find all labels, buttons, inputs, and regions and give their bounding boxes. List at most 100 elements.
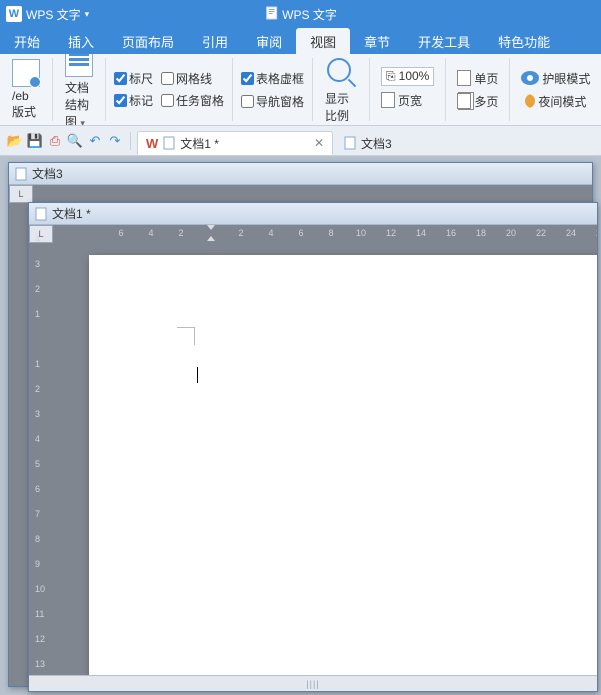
- ruler-corner[interactable]: L: [9, 185, 33, 203]
- ruler-tick: 18: [476, 228, 486, 238]
- ruler-tick: 4: [268, 228, 273, 238]
- doc-tab-3-label: 文档3: [361, 135, 392, 152]
- ruler-corner[interactable]: L: [29, 225, 53, 243]
- web-layout-icon: [12, 59, 40, 87]
- single-page-button[interactable]: 单页: [454, 69, 501, 88]
- menu-tab-开发工具[interactable]: 开发工具: [404, 28, 484, 54]
- ruler-tick: 22: [536, 228, 546, 238]
- open-icon[interactable]: 📂: [6, 132, 24, 150]
- gridlines-label: 网格线: [176, 70, 212, 87]
- multi-page-button[interactable]: 多页: [454, 92, 501, 111]
- text-cursor: [197, 367, 198, 383]
- child-window-titlebar[interactable]: 文档1 *: [29, 203, 597, 225]
- navpane-checkbox[interactable]: 导航窗格: [241, 93, 304, 110]
- horizontal-scrollbar[interactable]: ||||: [29, 675, 597, 691]
- scrollbar-grip-icon: ||||: [306, 679, 319, 689]
- ruler-tick: 8: [35, 534, 40, 544]
- ruler-tick: 10: [35, 584, 45, 594]
- doc-structure-button[interactable]: 文档结构图 ▾: [61, 54, 97, 126]
- eye-protect-label: 护眼模式: [542, 70, 590, 87]
- child-window-titlebar[interactable]: 文档3: [9, 163, 592, 185]
- menu-tab-页面布局[interactable]: 页面布局: [108, 28, 188, 54]
- quick-access-bar: 📂 💾 ⎙ 🔍 ↶ ↷ W 文档1 * ✕ 文档3: [0, 126, 601, 156]
- page-width-button[interactable]: 页宽: [378, 91, 437, 110]
- window-title: WPS 文字: [282, 6, 337, 23]
- doc-tab-1[interactable]: W 文档1 * ✕: [137, 131, 333, 155]
- ruler-tick: 24: [566, 228, 576, 238]
- ruler-tick: 16: [446, 228, 456, 238]
- ruler-tick: 5: [35, 459, 40, 469]
- moon-icon: [521, 94, 535, 108]
- mark-label: 标记: [129, 92, 153, 109]
- zoom-value: 100%: [399, 69, 430, 83]
- print-preview-icon[interactable]: 🔍: [66, 132, 84, 150]
- page-width-label: 页宽: [398, 92, 422, 109]
- doc-small-icon: [344, 136, 356, 150]
- ruler-tick: 2: [238, 228, 243, 238]
- ruler-tick: 6: [35, 484, 40, 494]
- table-dashed-label: 表格虚框: [256, 70, 304, 87]
- doc-structure-label: 文档结构图: [65, 81, 89, 126]
- ruler-tick: 4: [35, 434, 40, 444]
- ruler-tick: 7: [35, 509, 40, 519]
- redo-icon[interactable]: ↷: [106, 132, 124, 150]
- ruler-tick: 1: [35, 359, 40, 369]
- margin-indicator-icon[interactable]: [207, 225, 215, 243]
- ribbon-tabs: 开始插入页面布局引用审阅视图章节开发工具特色功能: [0, 28, 601, 54]
- ruler-tick: 6: [298, 228, 303, 238]
- vertical-ruler[interactable]: 4321123456789101112131415: [29, 243, 53, 675]
- web-layout-label: /eb版式: [12, 89, 40, 120]
- menu-tab-章节[interactable]: 章节: [350, 28, 404, 54]
- ruler-checkbox[interactable]: 标尺: [114, 68, 153, 90]
- document-page[interactable]: [89, 255, 597, 675]
- menu-tab-引用[interactable]: 引用: [188, 28, 242, 54]
- title-bar: W WPS 文字 ▾ WPS 文字: [0, 0, 601, 28]
- app-title: WPS 文字: [26, 6, 81, 23]
- eye-protect-button[interactable]: 护眼模式: [518, 69, 593, 88]
- print-icon[interactable]: ⎙: [46, 132, 64, 150]
- doc-structure-icon: [65, 54, 93, 77]
- child-window-doc1[interactable]: 文档1 * L 642246810121416182022242628 4321…: [28, 202, 598, 692]
- ruler-tick: 2: [35, 284, 40, 294]
- ruler-tick: 6: [118, 228, 123, 238]
- ruler-tick: 20: [506, 228, 516, 238]
- doc-small-icon: [163, 136, 175, 150]
- web-layout-button[interactable]: /eb版式: [8, 57, 44, 122]
- doc-icon: [15, 167, 27, 181]
- single-page-label: 单页: [474, 70, 498, 87]
- ruler-tick: 12: [35, 634, 45, 644]
- gridlines-checkbox[interactable]: 网格线: [161, 68, 224, 90]
- undo-icon[interactable]: ↶: [86, 132, 104, 150]
- mark-checkbox[interactable]: 标记: [114, 90, 153, 112]
- ruler-tick: 10: [356, 228, 366, 238]
- table-dashed-checkbox[interactable]: 表格虚框: [241, 70, 304, 87]
- taskpane-checkbox[interactable]: 任务窗格: [161, 90, 224, 112]
- app-logo-icon: W: [6, 6, 22, 22]
- night-mode-button[interactable]: 夜间模式: [518, 92, 593, 111]
- doc-tab-3[interactable]: 文档3: [335, 131, 401, 155]
- close-icon[interactable]: ✕: [314, 136, 324, 150]
- single-page-icon: [457, 70, 471, 86]
- zoom-button[interactable]: 显示比例: [321, 54, 361, 126]
- menu-tab-审阅[interactable]: 审阅: [242, 28, 296, 54]
- menu-tab-视图[interactable]: 视图: [296, 28, 350, 54]
- ruler-tick: 12: [386, 228, 396, 238]
- ruler-tick: 3: [35, 409, 40, 419]
- ruler-tick: 3: [35, 259, 40, 269]
- zoom-value-button[interactable]: ⎘100%: [378, 66, 437, 87]
- menu-tab-插入[interactable]: 插入: [54, 28, 108, 54]
- ruler-tick: 11: [35, 609, 44, 619]
- page-area[interactable]: [53, 243, 597, 675]
- workspace: 文档3 L 文档1 * L 64224681012141618202224262…: [0, 156, 601, 695]
- ruler-tick: 13: [35, 659, 45, 669]
- doc-icon: [264, 6, 278, 23]
- app-menu-dropdown[interactable]: ▾: [85, 9, 90, 20]
- margin-corner-icon: [177, 327, 195, 345]
- menu-tab-特色功能[interactable]: 特色功能: [484, 28, 564, 54]
- page-width-icon: [381, 92, 395, 108]
- horizontal-ruler[interactable]: 642246810121416182022242628: [53, 225, 597, 243]
- child-window-title: 文档1 *: [52, 205, 91, 222]
- menu-tab-开始[interactable]: 开始: [0, 28, 54, 54]
- doc-tab-1-label: 文档1 *: [180, 135, 219, 152]
- save-icon[interactable]: 💾: [26, 132, 44, 150]
